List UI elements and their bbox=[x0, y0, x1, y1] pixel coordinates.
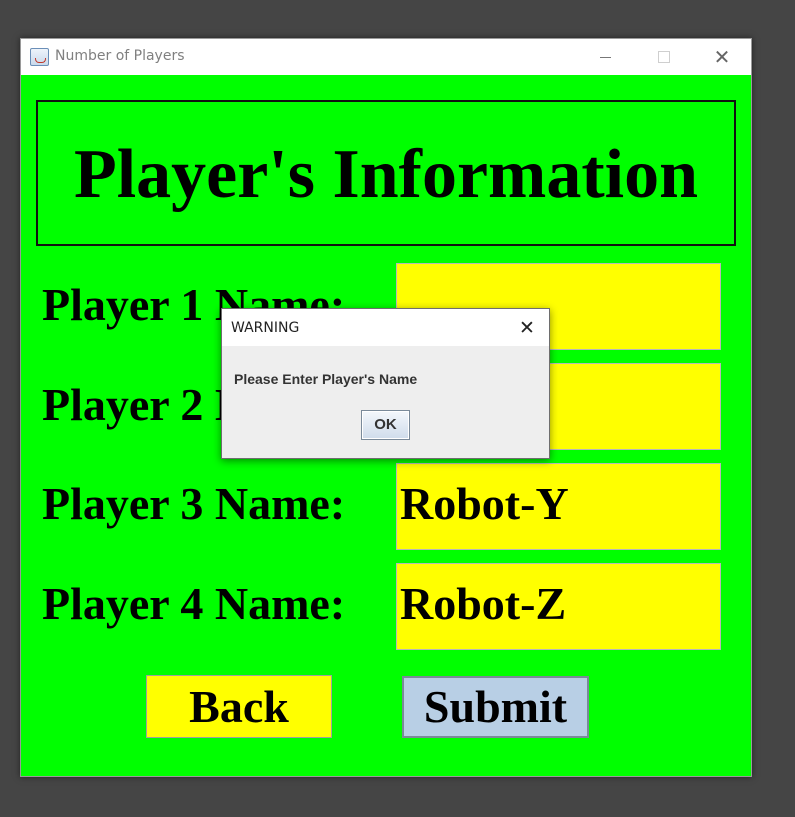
warning-dialog: WARNING ✕ Please Enter Player's Name OK bbox=[221, 308, 550, 459]
window-titlebar[interactable]: Number of Players ✕ bbox=[21, 39, 751, 75]
header-panel: Player's Information bbox=[36, 100, 736, 246]
player-4-label: Player 4 Name: bbox=[42, 578, 346, 629]
maximize-button[interactable] bbox=[635, 39, 693, 75]
back-button[interactable]: Back bbox=[146, 675, 332, 738]
close-window-button[interactable]: ✕ bbox=[693, 39, 751, 75]
dialog-message: Please Enter Player's Name bbox=[234, 371, 418, 387]
dialog-close-icon[interactable]: ✕ bbox=[512, 313, 542, 343]
player-3-label: Player 3 Name: bbox=[42, 478, 346, 529]
player-4-name-field[interactable]: Robot-Z bbox=[396, 563, 721, 650]
ok-button[interactable]: OK bbox=[361, 410, 410, 440]
dialog-title: WARNING bbox=[231, 320, 300, 336]
window-title: Number of Players bbox=[55, 48, 185, 64]
submit-button[interactable]: Submit bbox=[402, 676, 589, 738]
player-3-name-field[interactable]: Robot-Y bbox=[396, 463, 721, 550]
page-title: Player's Information bbox=[73, 136, 699, 213]
java-cup-icon bbox=[30, 48, 49, 66]
dialog-titlebar[interactable]: WARNING ✕ bbox=[222, 309, 549, 346]
minimize-button[interactable] bbox=[577, 39, 635, 75]
